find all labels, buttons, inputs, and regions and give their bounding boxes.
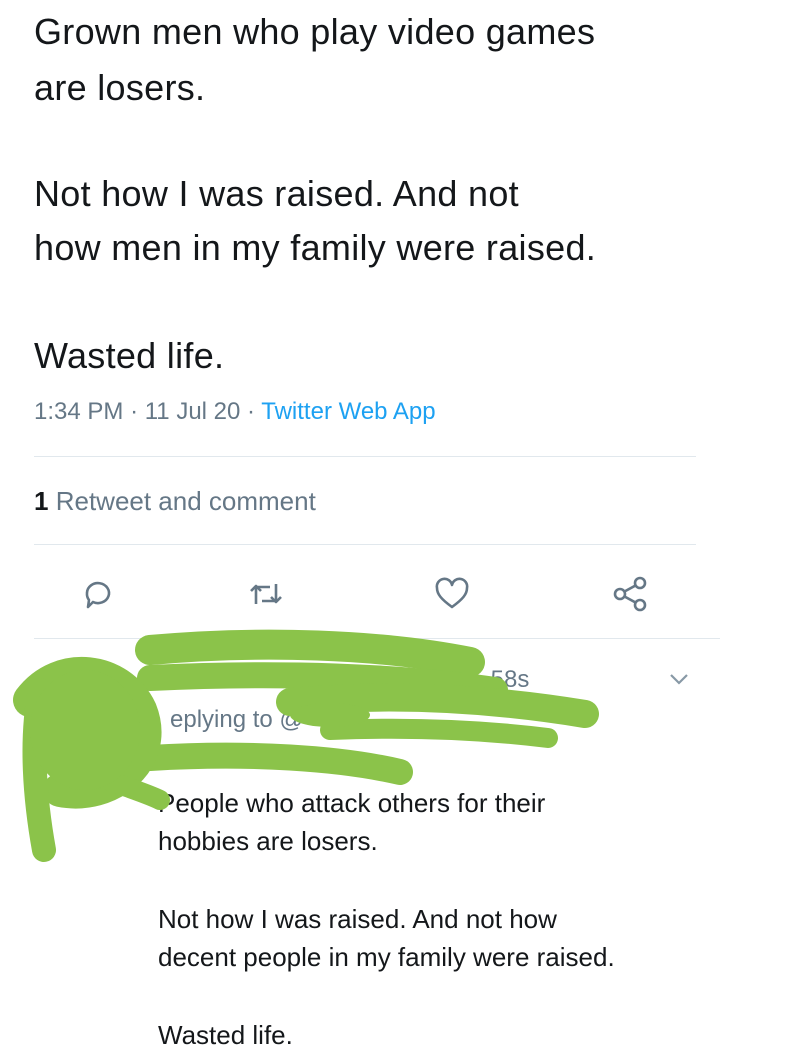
redaction-scribble — [13, 629, 599, 862]
